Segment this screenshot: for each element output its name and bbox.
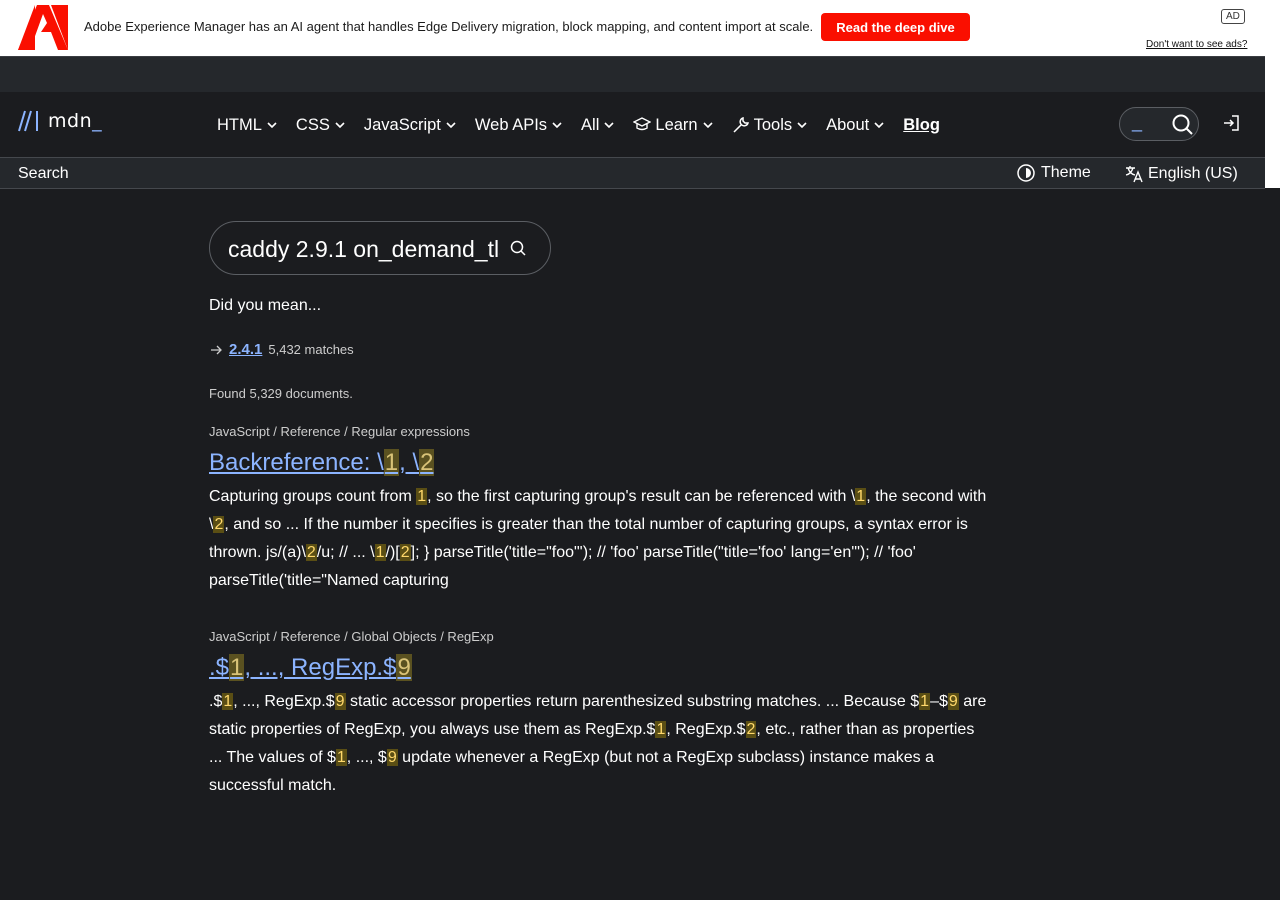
nav-blog[interactable]: Blog xyxy=(903,116,940,135)
match-highlight: 1 xyxy=(374,544,386,561)
sub-header: Search Theme English (US) xyxy=(0,157,1265,189)
nav-html-label: HTML xyxy=(217,115,262,134)
match-highlight: 1 xyxy=(229,654,245,681)
chevron-down-icon xyxy=(604,122,614,129)
translate-icon xyxy=(1125,166,1143,183)
match-highlight: 1 xyxy=(655,721,667,738)
search-result: JavaScript / Reference / Global Objects … xyxy=(209,629,989,800)
nav-menu: HTML CSS JavaScript Web APIs All Learn T… xyxy=(217,114,940,136)
ad-badge: AD xyxy=(1221,9,1245,24)
mdn-logo[interactable]: mdn_ xyxy=(18,110,102,132)
search-icon xyxy=(1172,114,1193,135)
search-result: JavaScript / Reference / Regular express… xyxy=(209,424,989,595)
match-highlight: 2 xyxy=(213,516,225,533)
adobe-logo-icon xyxy=(18,5,68,50)
chevron-down-icon xyxy=(552,122,562,129)
match-highlight: 9 xyxy=(334,693,346,710)
chevron-down-icon xyxy=(335,122,345,129)
chevron-down-icon xyxy=(874,122,884,129)
result-breadcrumb: JavaScript / Reference / Regular express… xyxy=(209,424,470,439)
match-highlight: 1 xyxy=(383,449,400,476)
language-button[interactable]: English (US) xyxy=(1125,164,1238,183)
page-scrollbar[interactable] xyxy=(1265,0,1280,188)
search-form xyxy=(209,221,551,275)
sign-in-icon[interactable] xyxy=(1222,114,1240,132)
header-search-button[interactable]: _ xyxy=(1119,107,1199,141)
nav-web-apis[interactable]: Web APIs xyxy=(475,116,563,135)
ad-optout-link[interactable]: Don't want to see ads? xyxy=(1146,39,1247,50)
search-icon[interactable] xyxy=(510,240,527,257)
match-highlight: 1 xyxy=(416,488,428,505)
nav-css[interactable]: CSS xyxy=(296,116,346,135)
main-nav: mdn_ HTML CSS JavaScript Web APIs All Le… xyxy=(0,92,1265,157)
suggestion-link[interactable]: 2.4.1 xyxy=(229,341,262,358)
search-cursor: _ xyxy=(1132,112,1143,132)
logo-underscore: _ xyxy=(92,110,103,132)
match-highlight: 9 xyxy=(396,654,412,681)
theme-button[interactable]: Theme xyxy=(1017,164,1091,182)
nav-tools-label: Tools xyxy=(753,115,793,134)
logo-text: mdn xyxy=(48,110,93,132)
language-label: English (US) xyxy=(1148,164,1238,182)
nav-all[interactable]: All xyxy=(581,116,615,135)
nav-javascript[interactable]: JavaScript xyxy=(364,116,457,135)
nav-tools[interactable]: Tools xyxy=(732,116,809,135)
nav-learn[interactable]: Learn xyxy=(633,116,713,135)
chevron-down-icon xyxy=(797,122,807,129)
nav-css-label: CSS xyxy=(295,115,330,134)
did-you-mean-label: Did you mean... xyxy=(209,297,322,314)
result-breadcrumb: JavaScript / Reference / Global Objects … xyxy=(209,629,494,644)
page-title: Search xyxy=(18,165,69,182)
search-input[interactable] xyxy=(228,234,500,264)
wrench-icon xyxy=(733,116,749,133)
top-strip xyxy=(0,56,1265,92)
nav-javascript-label: JavaScript xyxy=(363,115,441,134)
match-highlight: 1 xyxy=(919,693,931,710)
ad-text: Adobe Experience Manager has an AI agent… xyxy=(84,19,814,34)
match-highlight: 1 xyxy=(855,488,867,505)
suggestion: 2.4.1 5,432 matches xyxy=(209,341,354,358)
match-highlight: 1 xyxy=(335,749,347,766)
graduation-cap-icon xyxy=(633,117,652,131)
result-snippet: Capturing groups count from 1, so the fi… xyxy=(209,488,987,589)
theme-icon xyxy=(1017,164,1035,182)
match-highlight: 1 xyxy=(222,693,234,710)
chevron-down-icon xyxy=(446,122,456,129)
theme-label: Theme xyxy=(1041,164,1091,181)
nav-html[interactable]: HTML xyxy=(217,116,278,135)
match-highlight: 2 xyxy=(399,544,411,561)
ad-banner: Adobe Experience Manager has an AI agent… xyxy=(0,0,1265,56)
match-highlight: 9 xyxy=(947,693,959,710)
chevron-down-icon xyxy=(267,122,277,129)
arrow-right-icon xyxy=(211,345,222,354)
match-highlight: 2 xyxy=(419,449,435,476)
nav-learn-label: Learn xyxy=(655,115,698,134)
match-highlight: 2 xyxy=(305,544,317,561)
nav-web-apis-label: Web APIs xyxy=(474,115,548,134)
results-count: Found 5,329 documents. xyxy=(209,386,353,401)
match-highlight: 2 xyxy=(745,721,757,738)
nav-all-label: All xyxy=(581,115,600,134)
nav-about[interactable]: About xyxy=(826,116,885,135)
result-snippet: .$1, ..., RegExp.$9 static accessor prop… xyxy=(209,693,987,794)
result-title-link[interactable]: Backreference: \1, \2 xyxy=(209,449,435,477)
result-title-link[interactable]: .$1, ..., RegExp.$9 xyxy=(209,654,412,682)
nav-about-label: About xyxy=(826,115,870,134)
suggestion-count: 5,432 matches xyxy=(268,342,354,357)
match-highlight: 9 xyxy=(386,749,398,766)
chevron-down-icon xyxy=(703,122,713,129)
ad-cta-button[interactable]: Read the deep dive xyxy=(821,13,970,41)
mdn-logo-icon xyxy=(18,110,38,132)
